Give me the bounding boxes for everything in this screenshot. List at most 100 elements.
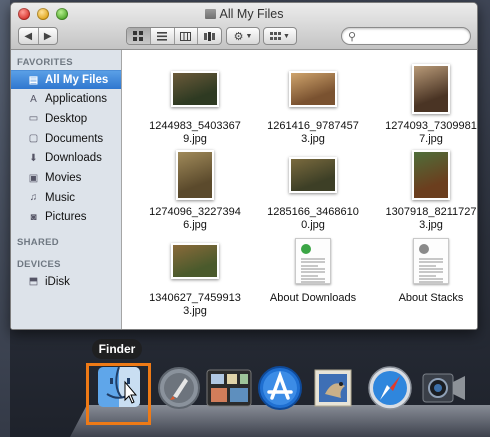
image-file-item[interactable]: 1274096_3227394 6.jpg (140, 150, 250, 232)
dock-tooltip: Finder (92, 339, 142, 359)
sidebar-item-documents[interactable]: ▢ Documents (11, 129, 121, 148)
image-file-item[interactable]: 1285166_3468610 0.jpg (258, 150, 368, 232)
all-files-title-icon (204, 9, 216, 19)
music-icon: ♫ (29, 192, 38, 204)
file-name-line2: 6.jpg (183, 219, 207, 231)
icon-view-button[interactable] (127, 28, 151, 44)
downloads-icon: ⬇ (29, 152, 38, 164)
horse-photo-image (414, 152, 448, 198)
image-file-item[interactable]: 1274093_7309981 7.jpg (376, 64, 477, 146)
view-mode-buttons (126, 27, 222, 45)
sidebar-item-label: Movies (45, 172, 82, 184)
sidebar-item-label: Desktop (45, 112, 88, 125)
chevron-down-icon: ▼ (283, 32, 290, 40)
title-bar[interactable]: All My Files ◀ ▶ ⚙ ▼ ▼ ⚲ (11, 3, 477, 50)
forward-button[interactable]: ▶ (39, 28, 58, 44)
file-name-line1: About Downloads (269, 292, 357, 304)
file-name-label: 1244983_5403367 9.jpg (140, 120, 250, 146)
finder-highlight-box (86, 363, 151, 425)
file-name-line1: 1244983_5403367 (149, 120, 241, 132)
window-title: All My Files (11, 7, 477, 21)
mail-dock-icon[interactable] (311, 364, 359, 412)
file-icon-wrapper (376, 64, 477, 114)
sidebar-item-label: Music (45, 191, 76, 204)
sidebar-item-label: Applications (45, 93, 108, 106)
file-icon-wrapper (140, 64, 250, 114)
sidebar-item-downloads[interactable]: ⬇ Downloads (11, 149, 121, 168)
file-icon-wrapper (376, 150, 477, 200)
document-file-item[interactable]: About Downloads (258, 236, 368, 305)
search-icon: ⚲ (348, 31, 357, 43)
file-name-label: 1285166_3468610 0.jpg (258, 206, 368, 232)
image-file-item[interactable]: 1307918_8211727 3.jpg (376, 150, 477, 232)
sidebar-item-applications[interactable]: A Applications (11, 90, 121, 109)
mission-control-dock-icon[interactable] (205, 364, 253, 412)
file-name-line2: 9.jpg (183, 133, 207, 145)
pictures-icon: ◙ (30, 211, 37, 223)
arrange-icon (270, 31, 282, 40)
file-name-line1: About Stacks (398, 292, 464, 304)
file-icon-wrapper (258, 64, 368, 114)
file-name-line2: 3.jpg (301, 133, 325, 145)
sidebar: FAVORITES ▤ All My Files A Applications ▭ Des… (11, 50, 122, 329)
image-file-item[interactable]: 1340627_7459913 3.jpg (140, 236, 250, 318)
column-view-button[interactable] (175, 28, 199, 44)
sidebar-item-idisk[interactable]: ⬒ iDisk (11, 272, 121, 291)
image-file-item[interactable]: 1244983_5403367 9.jpg (140, 64, 250, 146)
file-name-line2: 7.jpg (419, 133, 443, 145)
search-field[interactable]: ⚲ (341, 27, 471, 45)
desktop-icon: ▭ (28, 113, 39, 125)
window-title-text: All My Files (219, 7, 284, 21)
action-button[interactable]: ⚙ ▼ (226, 27, 260, 45)
arrange-button[interactable]: ▼ (263, 27, 297, 45)
horse-photo-image (178, 152, 212, 198)
file-icon-wrapper (140, 150, 250, 200)
coverflow-view-button[interactable] (198, 28, 221, 44)
chevron-down-icon: ▼ (245, 32, 253, 40)
desktop-background (0, 0, 10, 437)
back-button[interactable]: ◀ (19, 28, 39, 44)
photo-thumbnail (289, 157, 337, 193)
file-name-line1: 1307918_8211727 (385, 206, 477, 218)
document-icon (295, 238, 331, 284)
file-name-line1: 1274096_3227394 (149, 206, 241, 218)
documents-icon: ▢ (28, 133, 39, 145)
sidebar-item-label: Pictures (45, 211, 87, 224)
file-name-label: 1274096_3227394 6.jpg (140, 206, 250, 232)
document-icon (413, 238, 449, 284)
sidebar-item-label: Documents (45, 132, 104, 145)
launchpad-dock-icon[interactable] (155, 364, 203, 412)
file-grid: 1244983_5403367 9.jpg 1261416_9787457 3.jpg… (122, 50, 477, 329)
file-name-label: About Stacks (376, 292, 477, 305)
shared-header: SHARED (17, 237, 59, 248)
coverflow-view-icon (204, 31, 216, 41)
app-store-dock-icon[interactable] (256, 364, 304, 412)
horse-photo-image (414, 66, 448, 112)
sidebar-item-music[interactable]: ♫ Music (11, 188, 121, 207)
sidebar-item-pictures[interactable]: ◙ Pictures (11, 208, 121, 227)
list-view-button[interactable] (151, 28, 175, 44)
photo-thumbnail (412, 150, 450, 200)
image-file-item[interactable]: 1261416_9787457 3.jpg (258, 64, 368, 146)
sidebar-item-desktop[interactable]: ▭ Desktop (11, 109, 121, 128)
horse-photo-image (173, 73, 217, 105)
search-input[interactable] (362, 29, 466, 44)
file-name-label: 1307918_8211727 3.jpg (376, 206, 477, 232)
file-name-label: 1340627_7459913 3.jpg (140, 292, 250, 318)
file-name-line2: 0.jpg (301, 219, 325, 231)
idisk-icon: ⬒ (28, 276, 39, 287)
safari-dock-icon[interactable] (366, 364, 414, 412)
back-forward-buttons: ◀ ▶ (18, 27, 58, 45)
file-name-line2: 3.jpg (419, 219, 443, 231)
document-file-item[interactable]: About Stacks (376, 236, 477, 305)
list-view-icon (157, 31, 168, 41)
gear-icon: ⚙ (233, 30, 244, 43)
file-name-line1: 1274093_7309981 (385, 120, 477, 132)
file-icon-wrapper (258, 150, 368, 200)
photo-thumbnail (176, 150, 214, 200)
sidebar-item-all-my-files[interactable]: ▤ All My Files (11, 70, 121, 89)
facetime-dock-icon[interactable] (420, 364, 468, 412)
all-files-icon: ▤ (28, 74, 39, 86)
sidebar-item-movies[interactable]: ▣ Movies (11, 169, 121, 188)
file-name-label: 1274093_7309981 7.jpg (376, 120, 477, 146)
